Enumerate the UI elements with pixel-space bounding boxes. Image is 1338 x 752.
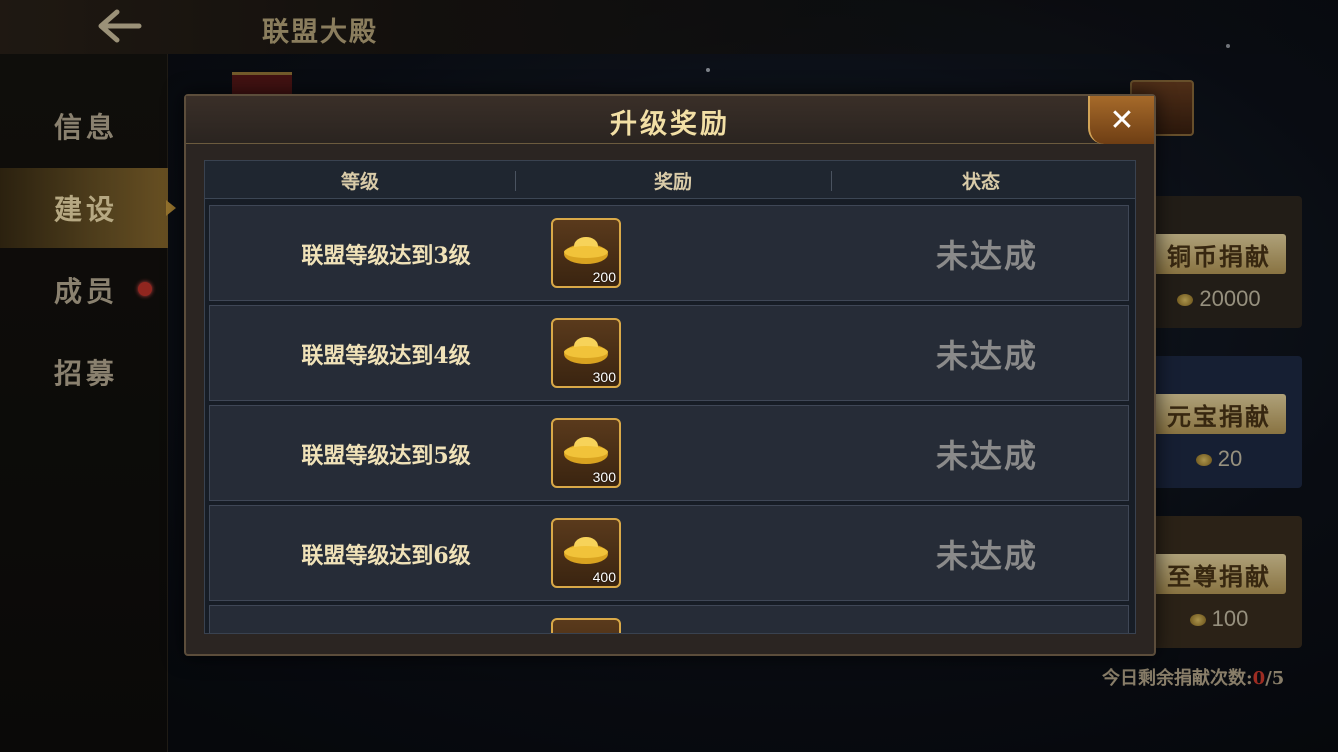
reward-item[interactable] <box>551 618 621 633</box>
table-row: 联盟等级达到3级 200 未达成 <box>209 205 1129 301</box>
reward-quantity: 400 <box>592 569 616 585</box>
close-button[interactable]: ✕ <box>1088 96 1154 144</box>
table-row: 联盟等级达到6级 400 未达成 <box>209 505 1129 601</box>
reward-item[interactable]: 300 <box>551 418 621 488</box>
level-requirement: 联盟等级达到6级 <box>301 543 471 569</box>
status-label: 未达成 <box>935 537 1038 575</box>
status-label: 未达成 <box>935 337 1038 375</box>
reward-item[interactable]: 200 <box>551 218 621 288</box>
column-header-level: 等级 <box>340 170 379 193</box>
rewards-table[interactable]: 等级 奖励 状态 联盟等级达到3级 200 未达成 联盟等级达到4级 300 未… <box>204 160 1136 634</box>
level-requirement: 联盟等级达到3级 <box>301 243 471 269</box>
table-row: 联盟等级达到4级 300 未达成 <box>209 305 1129 401</box>
gold-ingot-icon <box>564 537 608 564</box>
dialog-header: 升级奖励 ✕ <box>186 96 1154 144</box>
reward-quantity: 300 <box>592 369 616 385</box>
close-icon: ✕ <box>1109 102 1135 138</box>
upgrade-rewards-dialog: 升级奖励 ✕ 等级 奖励 状态 联盟等级达到3级 200 未达成 联盟等级达到4… <box>184 94 1156 656</box>
gold-ingot-icon <box>564 337 608 364</box>
column-header-reward: 奖励 <box>653 170 692 193</box>
reward-quantity: 200 <box>592 269 616 285</box>
dialog-title: 升级奖励 <box>610 109 730 140</box>
reward-item[interactable]: 400 <box>551 518 621 588</box>
gold-ingot-icon <box>564 437 608 464</box>
status-label: 未达成 <box>935 237 1038 275</box>
level-requirement: 联盟等级达到4级 <box>301 343 471 369</box>
column-header-status: 状态 <box>961 170 1000 193</box>
reward-quantity: 300 <box>592 469 616 485</box>
table-header: 等级 奖励 状态 <box>205 161 1135 199</box>
table-row <box>209 605 1129 633</box>
status-label: 未达成 <box>935 437 1038 475</box>
gold-ingot-icon <box>564 237 608 264</box>
table-row: 联盟等级达到5级 300 未达成 <box>209 405 1129 501</box>
reward-item[interactable]: 300 <box>551 318 621 388</box>
level-requirement: 联盟等级达到5级 <box>301 443 471 469</box>
